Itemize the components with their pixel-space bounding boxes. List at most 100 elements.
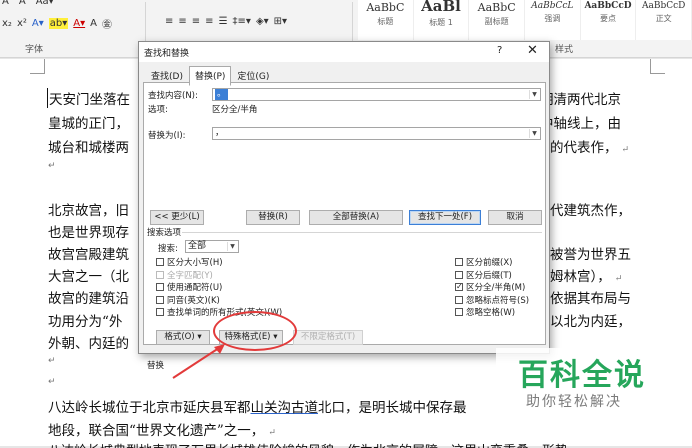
checkbox-icon[interactable]: [455, 270, 463, 279]
right-option-checkbox[interactable]: 忽略空格(W): [455, 306, 515, 318]
chevron-down-icon[interactable]: ▼: [529, 129, 539, 138]
checkbox-label: 区分全/半角(M): [466, 283, 526, 293]
text-line: 代建筑杰作，: [550, 203, 631, 219]
find-next-button[interactable]: 查找下一处(F): [409, 210, 481, 225]
replace-with-input[interactable]: ， ▼: [212, 127, 541, 140]
less-button[interactable]: << 更少(L): [150, 210, 204, 225]
highlight-color-icon[interactable]: ab▾: [48, 18, 69, 29]
checkbox-icon[interactable]: [156, 270, 164, 279]
checkbox-label: 同音(英文)(K): [167, 295, 220, 306]
superscript-icon[interactable]: x²: [17, 18, 27, 29]
font-group-label: 字体: [25, 45, 44, 55]
dialog-title: 查找和替换: [144, 49, 190, 59]
close-button[interactable]: ✕: [527, 43, 538, 58]
text-line: 的代表作， ↵: [550, 140, 630, 156]
text-line: 姆林宫）， ↵: [550, 269, 623, 285]
text-line: 北京故宫，旧: [48, 203, 129, 219]
checkbox-label: 使用通配符(U): [167, 283, 223, 293]
align-left-icon[interactable]: ≡: [165, 16, 173, 27]
change-case-icon[interactable]: Aa▾: [36, 0, 54, 7]
align-right-icon[interactable]: ≡: [192, 16, 200, 27]
checkbox-icon[interactable]: [156, 283, 164, 291]
line-spacing-icon[interactable]: ‡≡▾: [233, 16, 251, 27]
checkbox-label: 忽略空格(W): [466, 308, 516, 318]
styles-gallery: AaBbC 标题 AaBl 标题 1 AaBbC 副标题 AaBbCcL 强调 …: [358, 0, 692, 40]
char-shading-icon[interactable]: A: [90, 18, 97, 29]
align-center-icon[interactable]: ≡: [178, 16, 186, 27]
search-direction-select[interactable]: 全部 ▼: [185, 240, 239, 253]
borders-icon[interactable]: ⊞▾: [274, 16, 287, 27]
style-normal[interactable]: AaBbCcD 正文: [636, 0, 692, 40]
subscript-icon[interactable]: x₂: [2, 18, 12, 29]
text-line: 功用分为“外: [48, 314, 123, 330]
style-title[interactable]: AaBbC 标题: [358, 0, 414, 40]
text-line: 也是世界现存: [48, 225, 129, 241]
font-size-shrink-icon[interactable]: A˅: [19, 0, 31, 7]
no-formatting-button[interactable]: 不限定格式(T): [293, 330, 363, 345]
tab-replace[interactable]: 替换(P): [188, 66, 232, 86]
checkbox-label: 全字匹配(Y): [167, 270, 213, 281]
text-line: 大宫之一（北: [48, 269, 129, 285]
style-strong[interactable]: AaBbCcD 要点: [581, 0, 637, 40]
checkbox-label: 区分后缀(T): [466, 270, 512, 281]
replace-with-label: 替换为(I):: [148, 131, 186, 141]
right-option-checkbox[interactable]: ✓ 区分全/半角(M): [455, 281, 525, 293]
margin-corner-mark: [30, 59, 45, 74]
distributed-icon[interactable]: ☰: [219, 16, 228, 27]
replace-with-value: ，: [215, 128, 225, 138]
checkbox-label: 区分前缀(X): [466, 258, 513, 268]
right-option-checkbox[interactable]: 区分前缀(X): [455, 256, 512, 268]
find-what-label: 查找内容(N):: [148, 91, 198, 101]
checkbox-checked-icon[interactable]: ✓: [455, 283, 463, 291]
cancel-button[interactable]: 取消: [488, 210, 542, 225]
right-option-checkbox[interactable]: 区分后缀(T): [455, 269, 512, 281]
left-option-checkbox[interactable]: 全字匹配(Y): [156, 269, 213, 281]
replace-section-label: 替换: [147, 361, 165, 371]
text-line: 明清两代北京: [540, 92, 621, 108]
checkbox-icon[interactable]: [455, 308, 463, 316]
replace-button[interactable]: 替换(R): [246, 210, 300, 225]
enclose-char-icon[interactable]: ㊎: [102, 16, 112, 31]
text-line: 以北为内廷，: [550, 314, 631, 330]
font-toolbar-row-2: x₂ x² A▾ ab▾ A▾ A ㊎: [2, 16, 112, 31]
text-line: 故宫宫殿建筑: [48, 247, 129, 263]
paragraph-mark: ↵: [48, 161, 56, 171]
justify-icon[interactable]: ≡: [205, 16, 213, 27]
watermark-subtitle: 助你轻松解决: [526, 394, 622, 410]
style-emphasis[interactable]: AaBbCcL 强调: [525, 0, 581, 40]
chevron-down-icon[interactable]: ▼: [529, 90, 539, 99]
text-line: 依据其布局与: [550, 291, 631, 307]
font-size-grow-icon[interactable]: A˄: [2, 0, 14, 7]
help-button[interactable]: ?: [497, 45, 502, 56]
text-line: 中轴线上，由: [540, 116, 621, 132]
text-line: 天安门坐落在: [47, 88, 130, 108]
replace-all-button[interactable]: 全部替换(A): [309, 210, 403, 225]
style-subtitle[interactable]: AaBbC 副标题: [469, 0, 526, 40]
paragraph-mark: ↵: [48, 377, 56, 387]
text-effects-icon[interactable]: A▾: [32, 18, 44, 29]
checkbox-icon[interactable]: [455, 295, 463, 304]
checkbox-icon[interactable]: [156, 308, 164, 316]
left-option-checkbox[interactable]: 使用通配符(U): [156, 281, 222, 293]
checkbox-label: 区分大小写(H): [167, 258, 223, 268]
style-heading-1[interactable]: AaBl 标题 1: [414, 0, 470, 40]
shading-icon[interactable]: ◈▾: [256, 16, 269, 27]
left-option-checkbox[interactable]: 同音(英文)(K): [156, 294, 220, 306]
text-line-cut: 八达岭长城典型地表现了万里长城雄伟险峻的风貌。作为北京的屏障，这里山峦重叠，形势: [48, 440, 568, 448]
font-color-icon[interactable]: A▾: [73, 18, 85, 29]
chevron-down-icon[interactable]: ▼: [227, 242, 237, 251]
checkbox-icon[interactable]: [156, 295, 164, 304]
checkbox-icon[interactable]: [455, 258, 463, 266]
dialog-titlebar[interactable]: 查找和替换 ? ✕: [139, 42, 549, 62]
text-line: 城台和城楼两: [48, 140, 129, 156]
find-what-input[interactable]: 。 ▼: [212, 88, 541, 101]
checkbox-icon[interactable]: [156, 258, 164, 266]
section-divider: [182, 232, 542, 233]
replace-tab-panel: 查找内容(N): 。 ▼ 选项: 区分全/半角 替换为(I): ， ▼ << 更…: [143, 82, 546, 371]
search-direction-label: 搜索:: [158, 244, 178, 254]
left-option-checkbox[interactable]: 区分大小写(H): [156, 256, 223, 268]
right-option-checkbox[interactable]: 忽略标点符号(S): [455, 294, 529, 306]
font-toolbar-row-1: A˄ A˅ Aa▾: [2, 0, 54, 7]
text-line: 故宫的建筑沿: [48, 291, 129, 307]
text-line: 被誉为世界五: [550, 247, 631, 263]
